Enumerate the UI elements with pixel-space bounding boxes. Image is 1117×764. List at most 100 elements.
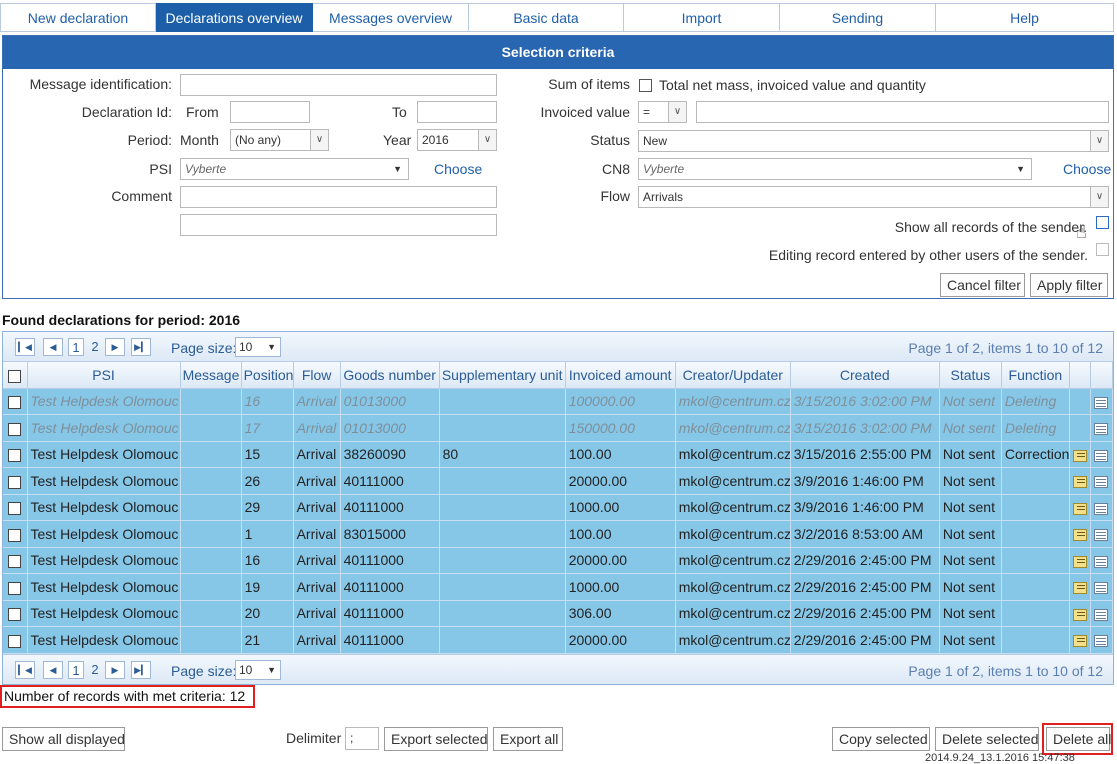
tab-import[interactable]: Import — [624, 3, 780, 32]
message-id-input[interactable] — [180, 74, 497, 96]
detail-icon[interactable] — [1094, 529, 1109, 542]
comment-input-2[interactable] — [180, 214, 497, 236]
chevron-down-icon[interactable]: ∨ — [668, 102, 686, 122]
prev-page-icon[interactable]: ◀ — [43, 338, 63, 356]
edit-icon[interactable] — [1072, 502, 1087, 515]
row-checkbox[interactable] — [8, 581, 22, 595]
copy-selected-button[interactable]: Copy selected — [832, 727, 930, 751]
invoiced-operator-select[interactable]: = ∨ — [638, 101, 687, 123]
caret-down-icon[interactable]: ▼ — [393, 159, 402, 179]
detail-icon[interactable] — [1094, 608, 1109, 621]
column-header-psi[interactable]: PSI — [27, 362, 181, 389]
row-checkbox[interactable] — [8, 528, 22, 542]
detail-icon[interactable] — [1094, 502, 1109, 515]
sum-items-checkbox[interactable] — [639, 79, 652, 92]
edit-icon[interactable] — [1072, 582, 1087, 595]
psi-choose-link[interactable]: Choose — [434, 161, 482, 177]
show-all-records-checkbox[interactable] — [1096, 216, 1109, 229]
invoiced-value-input[interactable] — [696, 101, 1109, 123]
table-row[interactable]: Test Helpdesk Olomouc 19 Arrival 40111000 10… — [3, 573, 1114, 601]
next-page-icon[interactable]: ▶ — [105, 660, 125, 679]
page-size-select[interactable]: 10 ▼ — [235, 659, 281, 680]
select-all-checkbox[interactable] — [8, 369, 22, 383]
detail-icon[interactable] — [1094, 582, 1109, 595]
column-header-created[interactable]: Created — [790, 362, 940, 389]
cancel-filter-button[interactable]: Cancel filter — [940, 273, 1025, 297]
row-checkbox[interactable] — [8, 449, 22, 463]
detail-icon[interactable] — [1094, 423, 1109, 436]
edit-icon[interactable] — [1072, 608, 1087, 621]
table-row[interactable]: Test Helpdesk Olomouc 17 Arrival 01013000 15… — [3, 414, 1114, 442]
next-page-icon[interactable]: ▶ — [105, 338, 125, 356]
table-row[interactable]: Test Helpdesk Olomouc 29 Arrival 40111000 10… — [3, 494, 1114, 521]
declaration-to-input[interactable] — [417, 101, 497, 123]
prev-page-icon[interactable]: ◀ — [43, 660, 63, 679]
column-header-creator-updater[interactable]: Creator/Updater — [675, 362, 791, 389]
page-number-current[interactable]: 1 — [68, 338, 84, 356]
column-header-function[interactable]: Function — [1001, 362, 1070, 389]
status-select[interactable]: New ∨ — [638, 130, 1109, 152]
column-header-position[interactable]: Position — [241, 362, 294, 389]
chevron-down-icon[interactable]: ∨ — [310, 130, 328, 150]
table-row[interactable]: Test Helpdesk Olomouc 26 Arrival 40111000 20… — [3, 467, 1114, 495]
tab-declarations-overview[interactable]: Declarations overview — [156, 3, 313, 32]
row-checkbox[interactable] — [8, 396, 22, 410]
last-page-icon[interactable]: ▶▎ — [131, 660, 151, 679]
tab-messages-overview[interactable]: Messages overview — [313, 3, 469, 32]
comment-input-1[interactable] — [180, 186, 497, 208]
detail-icon[interactable] — [1094, 635, 1109, 648]
row-checkbox[interactable] — [8, 634, 22, 648]
first-page-icon[interactable]: ▎◀ — [15, 338, 35, 356]
row-checkbox[interactable] — [8, 502, 22, 516]
year-select[interactable]: 2016 ∨ — [417, 129, 497, 151]
table-row[interactable]: Test Helpdesk Olomouc 20 Arrival 40111000 30… — [3, 600, 1114, 627]
declaration-from-input[interactable] — [230, 101, 310, 123]
page-number-current[interactable]: 1 — [68, 660, 84, 679]
row-checkbox[interactable] — [8, 422, 22, 436]
row-checkbox[interactable] — [8, 555, 22, 569]
caret-down-icon[interactable]: ▼ — [1016, 159, 1025, 179]
tab-new-declaration[interactable]: New declaration — [0, 3, 156, 32]
detail-icon[interactable] — [1094, 476, 1109, 489]
detail-icon[interactable] — [1094, 555, 1109, 568]
column-header-status[interactable]: Status — [939, 362, 1002, 389]
column-header-invoiced-amount[interactable]: Invoiced amount — [565, 362, 676, 389]
page-number-link[interactable]: 2 — [87, 338, 103, 356]
delimiter-input[interactable]: ; — [345, 727, 379, 750]
column-header-message[interactable]: Message — [180, 362, 242, 389]
month-select[interactable]: (No any) ∨ — [230, 129, 329, 151]
table-row[interactable]: Test Helpdesk Olomouc 1 Arrival 83015000 100… — [3, 520, 1114, 548]
column-header-goods-number[interactable]: Goods number — [340, 362, 440, 389]
edit-icon[interactable] — [1072, 529, 1087, 542]
delete-selected-button[interactable]: Delete selected — [935, 727, 1039, 751]
psi-select[interactable]: Vyberte ▼ — [180, 158, 409, 180]
last-page-icon[interactable]: ▶▎ — [131, 338, 151, 356]
edit-icon[interactable] — [1072, 476, 1087, 489]
table-row[interactable]: Test Helpdesk Olomouc 15 Arrival 38260090 80… — [3, 441, 1114, 468]
table-row[interactable]: Test Helpdesk Olomouc 16 Arrival 40111000 20… — [3, 547, 1114, 574]
detail-icon[interactable] — [1094, 396, 1109, 409]
detail-icon[interactable] — [1094, 449, 1109, 462]
apply-filter-button[interactable]: Apply filter — [1030, 273, 1108, 297]
cn8-select[interactable]: Vyberte ▼ — [638, 158, 1032, 180]
chevron-down-icon[interactable]: ∨ — [478, 130, 496, 150]
table-row[interactable]: Test Helpdesk Olomouc 21 Arrival 40111000 20… — [3, 626, 1114, 654]
chevron-down-icon[interactable]: ∨ — [1090, 187, 1108, 207]
table-row[interactable]: Test Helpdesk Olomouc 16 Arrival 01013000 10… — [3, 388, 1114, 415]
tab-basic-data[interactable]: Basic data — [469, 3, 624, 32]
row-checkbox[interactable] — [8, 608, 22, 622]
edit-icon[interactable] — [1072, 449, 1087, 462]
show-all-displayed-button[interactable]: Show all displayed — [2, 727, 125, 751]
edit-icon[interactable] — [1072, 635, 1087, 648]
export-all-button[interactable]: Export all — [493, 727, 563, 751]
page-number-link[interactable]: 2 — [87, 661, 103, 679]
column-header-flow[interactable]: Flow — [293, 362, 341, 389]
editing-other-users-checkbox[interactable] — [1096, 243, 1109, 256]
row-checkbox[interactable] — [8, 475, 22, 489]
flow-select[interactable]: Arrivals ∨ — [638, 186, 1109, 208]
cn8-choose-link[interactable]: Choose — [1063, 161, 1111, 177]
chevron-down-icon[interactable]: ∨ — [1090, 131, 1108, 151]
column-header-supplementary-unit[interactable]: Supplementary unit — [439, 362, 566, 389]
first-page-icon[interactable]: ▎◀ — [15, 660, 35, 679]
tab-help[interactable]: Help — [936, 3, 1114, 32]
